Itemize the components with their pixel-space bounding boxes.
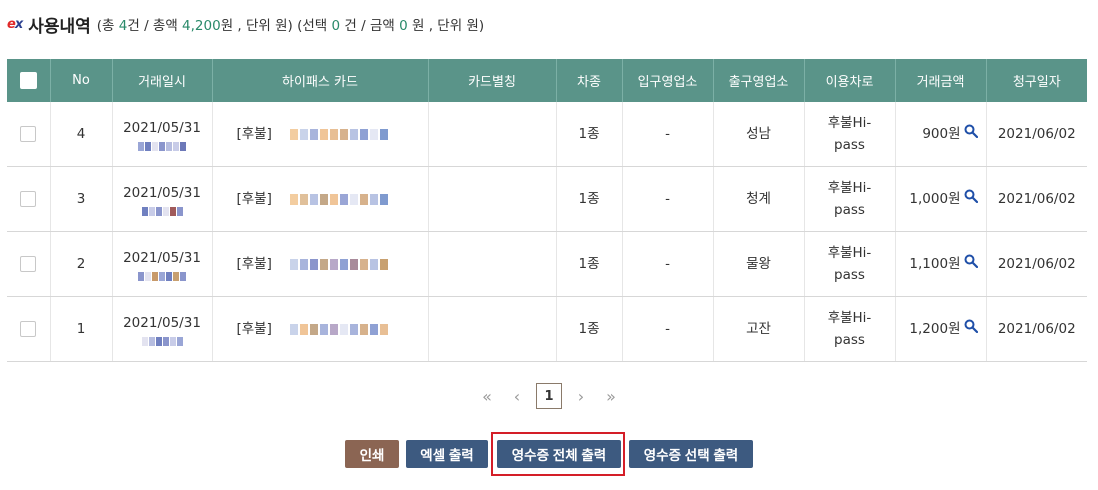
row-date: 2021/05/31 — [123, 315, 201, 331]
row-date: 2021/05/31 — [123, 185, 201, 201]
row-entrance: - — [622, 166, 714, 232]
col-entrance: 입구영업소 — [622, 59, 714, 102]
col-amount: 거래금액 — [895, 59, 987, 102]
search-icon[interactable] — [964, 318, 978, 340]
col-card: 하이패스 카드 — [212, 59, 429, 102]
table-header-row: No 거래일시 하이패스 카드 카드별칭 차종 입구영업소 출구영업소 이용차로… — [7, 59, 1087, 102]
redacted-time — [138, 142, 186, 151]
col-bill-date: 청구일자 — [986, 59, 1087, 102]
row-amount: 1,100원 — [909, 256, 961, 272]
usage-table: No 거래일시 하이패스 카드 카드별칭 차종 입구영업소 출구영업소 이용차로… — [7, 59, 1087, 362]
col-car-type: 차종 — [556, 59, 623, 102]
row-exit: 청계 — [713, 166, 805, 232]
first-page-icon[interactable]: « — [472, 383, 502, 409]
table-row: 2 2021/05/31 [후불] 1종 - 물왕 후불Hi-pass 1,10… — [7, 231, 1087, 297]
col-no: No — [50, 59, 113, 102]
row-checkbox[interactable] — [20, 256, 37, 272]
row-checkbox[interactable] — [20, 126, 37, 142]
row-card-type: [후불] — [236, 321, 272, 337]
row-lane: 후불Hi-pass — [804, 296, 896, 362]
row-bill-date: 2021/06/02 — [986, 102, 1087, 167]
print-button[interactable]: 인쇄 — [345, 440, 399, 468]
row-exit: 물왕 — [713, 231, 805, 297]
search-icon[interactable] — [964, 123, 978, 145]
row-checkbox[interactable] — [20, 191, 37, 207]
row-car-type: 1종 — [556, 231, 623, 297]
row-amount: 900원 — [922, 126, 961, 142]
row-card-type: [후불] — [236, 256, 272, 272]
row-alias — [428, 166, 557, 232]
row-card-type: [후불] — [236, 191, 272, 207]
row-bill-date: 2021/06/02 — [986, 296, 1087, 362]
search-icon[interactable] — [964, 253, 978, 275]
select-all-checkbox[interactable] — [19, 72, 37, 89]
table-row: 1 2021/05/31 [후불] 1종 - 고잔 후불Hi-pass 1,20… — [7, 296, 1087, 362]
row-bill-date: 2021/06/02 — [986, 231, 1087, 297]
row-no: 1 — [50, 296, 113, 362]
row-alias — [428, 296, 557, 362]
excel-export-button[interactable]: 엑셀 출력 — [406, 440, 488, 468]
row-lane: 후불Hi-pass — [804, 166, 896, 232]
row-entrance: - — [622, 231, 714, 297]
redacted-time — [141, 207, 183, 216]
selected-amount: 0 — [399, 18, 408, 34]
redacted-card-number — [289, 128, 388, 140]
pagination: « ‹ 1 › » — [0, 383, 1098, 409]
row-exit: 고잔 — [713, 296, 805, 362]
row-entrance: - — [622, 102, 714, 167]
redacted-card-number — [289, 258, 388, 270]
redacted-time — [141, 337, 183, 346]
col-lane: 이용차로 — [804, 59, 896, 102]
row-alias — [428, 102, 557, 167]
redacted-time — [138, 272, 186, 281]
table-row: 3 2021/05/31 [후불] 1종 - 청계 후불Hi-pass 1,00… — [7, 166, 1087, 232]
row-car-type: 1종 — [556, 166, 623, 232]
row-alias — [428, 231, 557, 297]
row-no: 2 — [50, 231, 113, 297]
row-car-type: 1종 — [556, 296, 623, 362]
row-bill-date: 2021/06/02 — [986, 166, 1087, 232]
row-no: 3 — [50, 166, 113, 232]
selected-count: 0 — [331, 18, 341, 34]
row-lane: 후불Hi-pass — [804, 231, 896, 297]
ex-logo-icon: ex — [7, 16, 23, 32]
redacted-card-number — [289, 193, 388, 205]
current-page[interactable]: 1 — [536, 383, 562, 409]
row-card-type: [후불] — [236, 126, 272, 142]
search-icon[interactable] — [964, 188, 978, 210]
usage-summary: (총 4건 / 총액 4,200원 , 단위 원) (선택 0 건 / 금액 0… — [96, 18, 485, 34]
redacted-card-number — [289, 323, 388, 335]
table-row: 4 2021/05/31 [후불] 1종 - 성남 후불Hi-pass 900원… — [7, 102, 1087, 167]
row-amount: 1,200원 — [909, 321, 961, 337]
prev-page-icon[interactable]: ‹ — [502, 383, 532, 409]
row-date: 2021/05/31 — [123, 120, 201, 136]
row-no: 4 — [50, 102, 113, 167]
row-date: 2021/05/31 — [123, 250, 201, 266]
row-entrance: - — [622, 296, 714, 362]
col-alias: 카드별칭 — [428, 59, 557, 102]
receipt-print-selected-button[interactable]: 영수증 선택 출력 — [629, 440, 753, 468]
page-header: ex 사용내역 (총 4건 / 총액 4,200원 , 단위 원) (선택 0 … — [7, 12, 485, 37]
last-page-icon[interactable]: » — [596, 383, 626, 409]
row-lane: 후불Hi-pass — [804, 102, 896, 167]
next-page-icon[interactable]: › — [566, 383, 596, 409]
total-amount: 4,200 — [182, 18, 221, 34]
page-title: 사용내역 — [28, 16, 91, 37]
col-exit: 출구영업소 — [713, 59, 805, 102]
row-checkbox[interactable] — [20, 321, 37, 337]
select-all-cell[interactable] — [7, 59, 51, 102]
col-date: 거래일시 — [112, 59, 213, 102]
highlight-box — [491, 432, 625, 476]
row-car-type: 1종 — [556, 102, 623, 167]
row-amount: 1,000원 — [909, 191, 961, 207]
row-exit: 성남 — [713, 102, 805, 167]
